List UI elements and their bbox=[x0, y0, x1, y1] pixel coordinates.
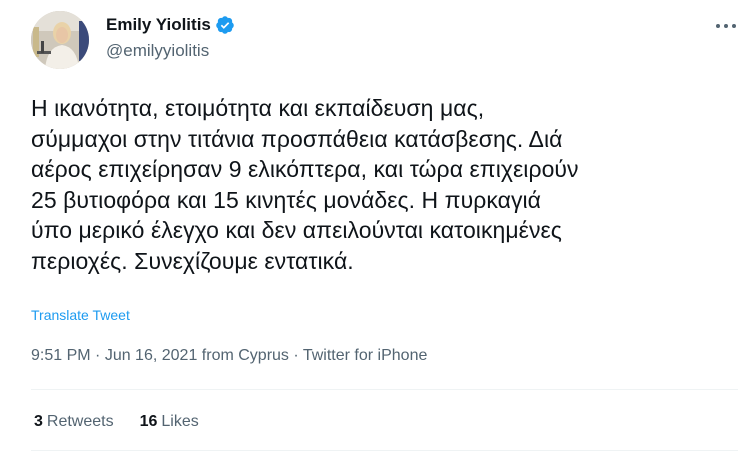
meta-separator: · bbox=[288, 347, 303, 364]
retweets-stat[interactable]: 3 Retweets bbox=[34, 413, 114, 431]
name-row: Emily Yiolitis bbox=[106, 13, 235, 37]
likes-stat[interactable]: 16 Likes bbox=[140, 413, 199, 431]
translate-tweet-link[interactable]: Translate Tweet bbox=[31, 307, 130, 323]
divider bbox=[31, 389, 738, 390]
author-names: Emily Yiolitis @emilyyiolitis bbox=[106, 13, 235, 61]
retweets-label: Retweets bbox=[46, 413, 114, 430]
avatar[interactable] bbox=[31, 11, 89, 69]
more-horizontal-icon[interactable] bbox=[714, 19, 738, 31]
tweet-text-line: Η ικανότητα, ετοιμότητα και εκπαίδευση μ… bbox=[31, 95, 485, 121]
tweet-text-line: 25 βυτιοφόρα και 15 κινητές μονάδες. Η π… bbox=[31, 186, 542, 213]
tweet-header: Emily Yiolitis @emilyyiolitis bbox=[31, 11, 738, 71]
tweet-date[interactable]: Jun 16, 2021 bbox=[105, 347, 198, 364]
tweet-text-line: ύπο μερικό έλεγχο και δεν απειλούνται κα… bbox=[31, 217, 562, 243]
divider bbox=[31, 450, 738, 451]
handle[interactable]: @emilyyiolitis bbox=[106, 41, 235, 61]
likes-count: 16 bbox=[139, 413, 158, 430]
tweet-source[interactable]: Twitter for iPhone bbox=[303, 347, 428, 364]
display-name[interactable]: Emily Yiolitis bbox=[106, 15, 211, 35]
tweet-text: Η ικανότητα, ετοιμότητα και εκπαίδευση μ… bbox=[31, 93, 731, 276]
tweet-location: from Cyprus bbox=[201, 347, 289, 364]
tweet-meta: 9:51 PM · Jun 16, 2021 from Cyprus · Twi… bbox=[31, 347, 427, 365]
tweet-stats: 3 Retweets 16 Likes bbox=[34, 413, 225, 431]
tweet-text-line: περιοχές. Συνεχίζουμε εντατικά. bbox=[31, 247, 354, 274]
tweet-card: Emily Yiolitis @emilyyiolitis Η ικανότητ… bbox=[0, 0, 754, 460]
tweet-text-line: αέρος επιχείρησαν 9 ελικόπτερα, και τώρα… bbox=[31, 156, 579, 182]
likes-label: Likes bbox=[161, 413, 199, 430]
meta-separator: · bbox=[90, 347, 105, 364]
tweet-time[interactable]: 9:51 PM bbox=[31, 347, 91, 364]
retweets-count: 3 bbox=[34, 413, 43, 430]
verified-badge-icon bbox=[215, 15, 235, 35]
tweet-text-line: σύμμαχοι στην τιτάνια προσπάθεια κατάσβε… bbox=[31, 125, 563, 152]
